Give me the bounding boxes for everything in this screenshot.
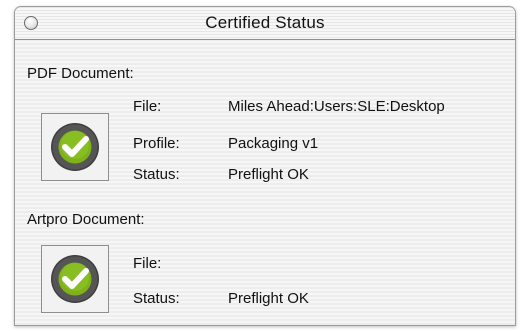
window-title: Certified Status xyxy=(205,13,325,32)
pdf-file-value: Miles Ahead:Users:SLE:Desktop xyxy=(228,98,445,115)
green-checkmark-icon xyxy=(51,123,99,171)
pdf-profile-value: Packaging v1 xyxy=(228,135,319,152)
pdf-status-label: Status: xyxy=(133,166,180,183)
pdf-status-value: Preflight OK xyxy=(228,166,309,183)
pdf-file-label: File: xyxy=(133,98,162,115)
artpro-file-label: File: xyxy=(133,255,162,272)
artpro-status-value: Preflight OK xyxy=(228,290,309,307)
title-bar[interactable]: Certified Status xyxy=(15,7,515,40)
pdf-profile-label: Profile: xyxy=(133,135,180,152)
pdf-preflight-ok-icon xyxy=(41,113,109,181)
certified-status-window: Certified Status PDF Document: File: Mil… xyxy=(14,6,516,326)
artpro-status-label: Status: xyxy=(133,290,180,307)
artpro-document-heading: Artpro Document: xyxy=(27,211,145,228)
artpro-preflight-ok-icon xyxy=(41,245,109,313)
green-checkmark-icon xyxy=(51,255,99,303)
pdf-document-heading: PDF Document: xyxy=(27,65,134,82)
